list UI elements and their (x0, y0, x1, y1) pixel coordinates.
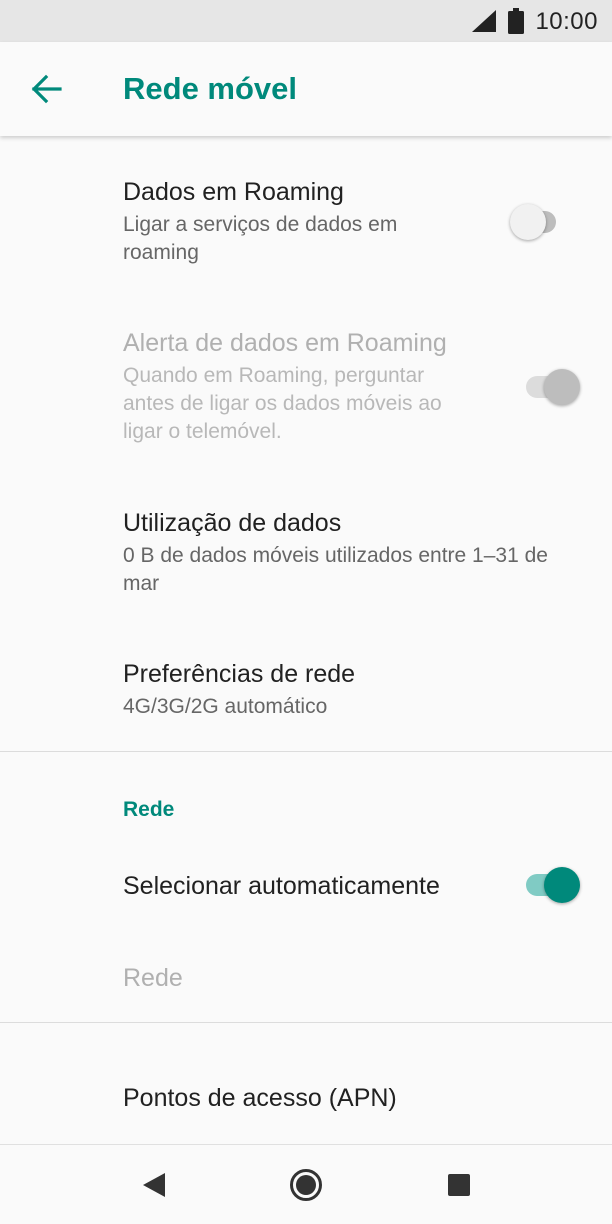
pref-summary: 0 B de dados móveis utilizados entre 1–3… (123, 544, 548, 595)
app-bar: Rede móvel (0, 42, 612, 136)
page-title: Rede móvel (123, 71, 298, 106)
pref-data-usage[interactable]: Utilização de dados 0 B de dados móveis … (123, 507, 588, 598)
home-circle-icon[interactable] (286, 1165, 326, 1205)
recents-square-icon[interactable] (439, 1165, 479, 1205)
back-triangle-icon[interactable] (134, 1165, 174, 1205)
pref-summary: Quando em Roaming, perguntar antes de li… (123, 364, 442, 443)
divider (0, 1022, 612, 1023)
status-bar: 10:00 (0, 0, 612, 42)
auto-select-switch[interactable] (524, 865, 584, 905)
pref-title: Utilização de dados (123, 509, 342, 537)
pref-roaming-data[interactable]: Dados em Roaming Ligar a serviços de dad… (123, 176, 462, 267)
pref-auto-select[interactable]: Selecionar automaticamente (123, 870, 462, 902)
roaming-data-switch[interactable] (510, 202, 570, 242)
pref-summary: Ligar a serviços de dados em roaming (123, 213, 398, 264)
arrow-back-icon[interactable] (30, 74, 64, 104)
pref-title: Dados em Roaming (123, 178, 344, 206)
pref-roaming-alert: Alerta de dados em Roaming Quando em Roa… (123, 327, 462, 446)
pref-title: Rede (123, 964, 183, 992)
section-header-network: Rede (123, 798, 175, 821)
roaming-alert-switch (524, 367, 584, 407)
divider (0, 751, 612, 752)
pref-network-preferences[interactable]: Preferências de rede 4G/3G/2G automático (123, 658, 588, 721)
pref-title: Preferências de rede (123, 660, 356, 688)
pref-apn[interactable]: Pontos de acesso (APN) (123, 1082, 588, 1114)
signal-icon (472, 10, 496, 37)
pref-summary: 4G/3G/2G automático (123, 695, 328, 718)
pref-title: Alerta de dados em Roaming (123, 329, 447, 357)
status-time: 10:00 (535, 8, 598, 35)
battery-icon (508, 8, 524, 39)
switch-thumb (544, 867, 580, 903)
switch-thumb (510, 204, 546, 240)
pref-network: Rede (123, 962, 588, 994)
navigation-bar (0, 1144, 612, 1224)
switch-thumb (544, 369, 580, 405)
pref-title: Selecionar automaticamente (123, 872, 440, 900)
pref-title: Pontos de acesso (APN) (123, 1084, 397, 1112)
